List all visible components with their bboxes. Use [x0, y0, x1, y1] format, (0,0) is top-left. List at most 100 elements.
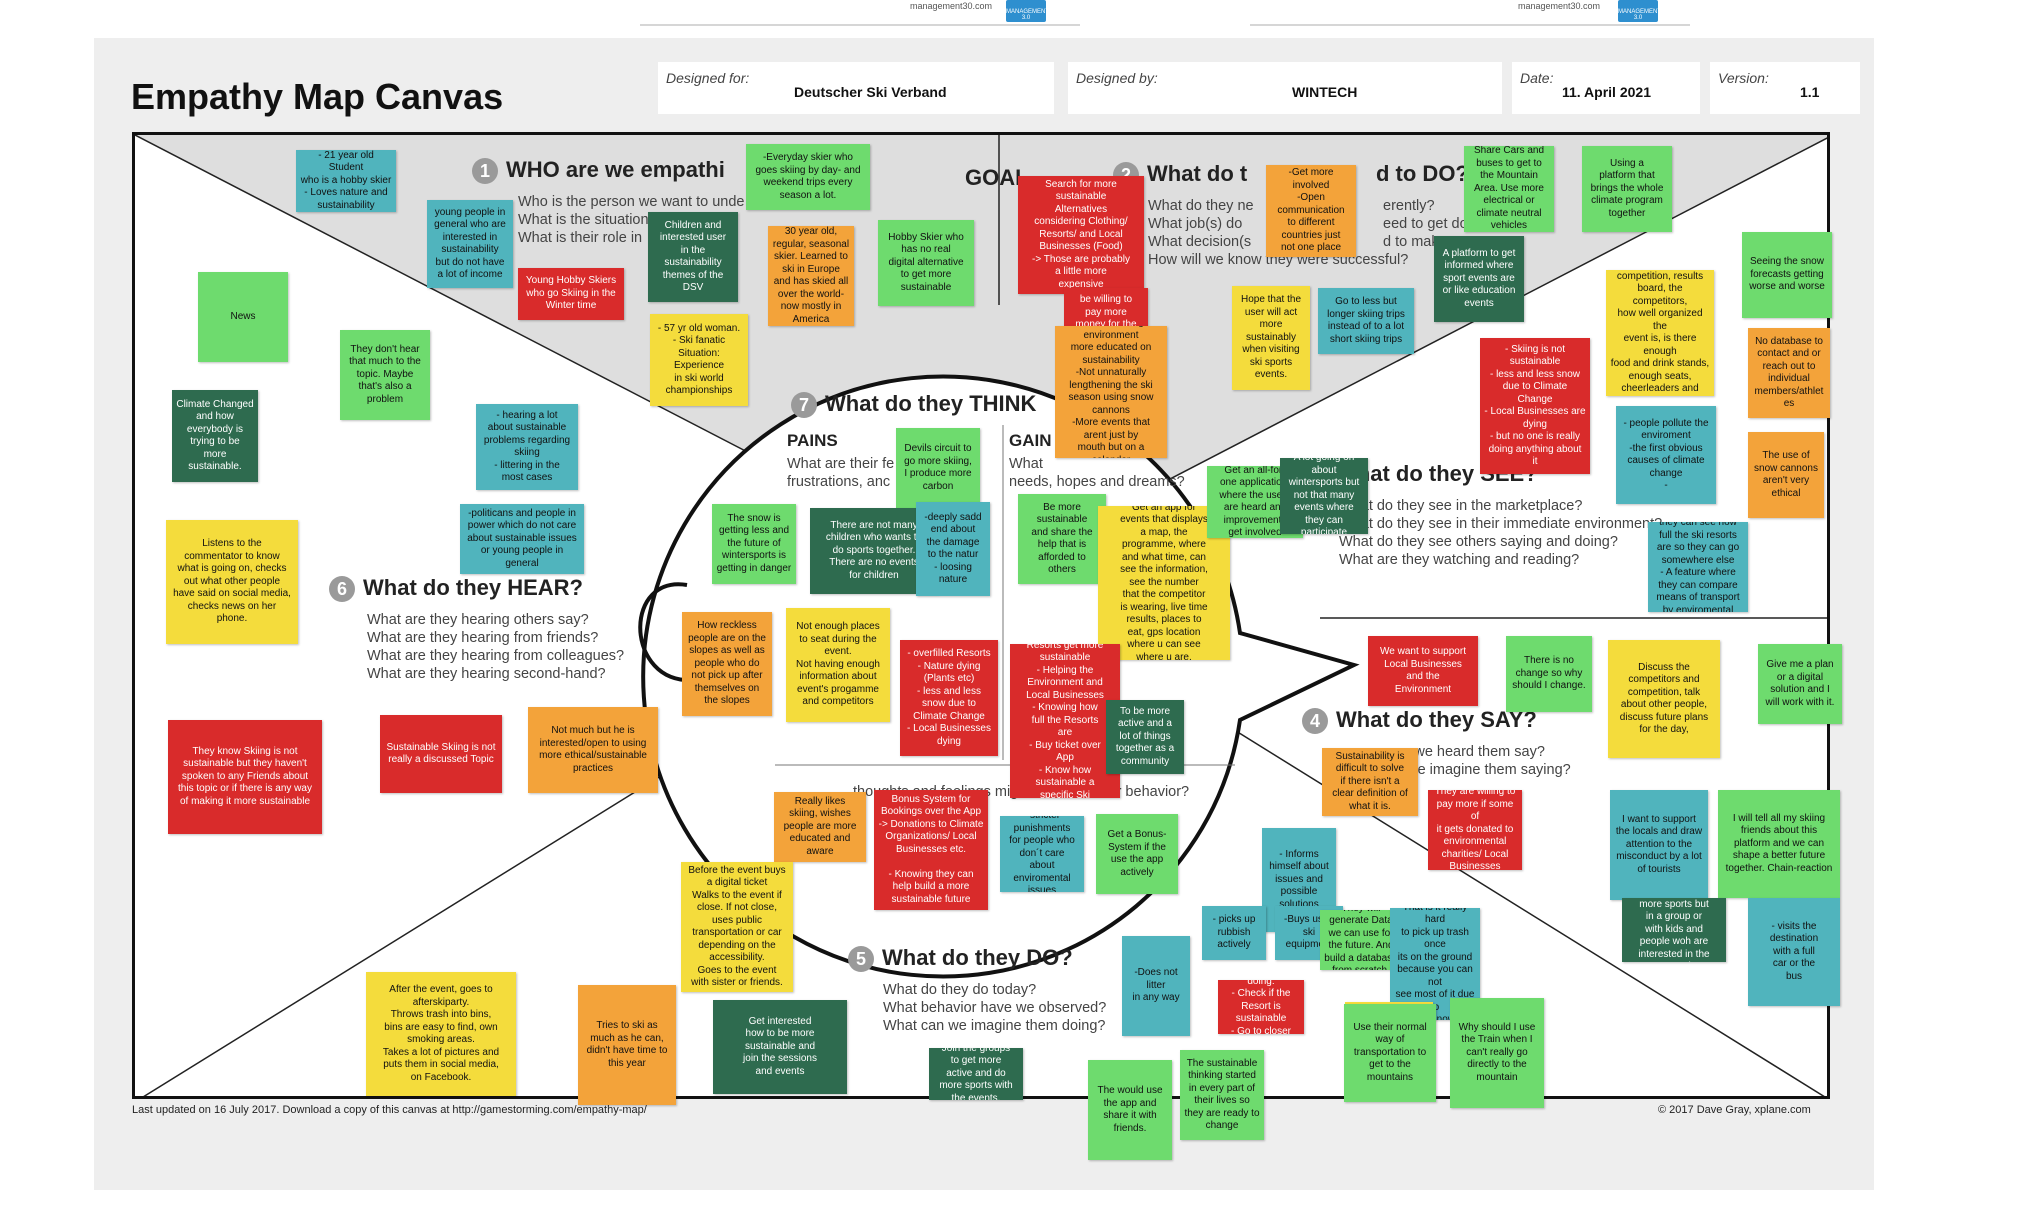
sticky-note[interactable]: No database to contact and or reach out … [1748, 328, 1830, 418]
sticky-note[interactable]: Young Hobby Skiers who go Skiing in the … [518, 268, 624, 320]
sticky-note[interactable]: -Everyday skier who goes skiing by day- … [746, 144, 870, 210]
brand-text-right: management30.com [1518, 1, 1601, 11]
sticky-note[interactable]: The snow is getting less and the future … [712, 504, 796, 584]
sticky-note[interactable]: Really likes skiing, wishes people are m… [774, 792, 866, 862]
say-number: 4 [1302, 708, 1328, 735]
sticky-note[interactable]: A platform to get informed where sport e… [1434, 236, 1524, 322]
screenshot-canvas: management30.com MANAGEMENT 3.0 manageme… [0, 0, 2028, 1230]
sticky-note[interactable]: News [198, 272, 288, 362]
sticky-note[interactable]: The would use the app and share it with … [1088, 1060, 1172, 1160]
date-value: 11. April 2021 [1562, 84, 1651, 100]
sticky-note[interactable]: Be more sustainable and share the help t… [1018, 494, 1106, 584]
sticky-note[interactable]: A lot going on about wintersports but no… [1280, 458, 1368, 534]
gains-heading: GAIN [1009, 431, 1052, 450]
sticky-note[interactable]: Why should I use the Train when I can't … [1450, 998, 1544, 1108]
sticky-note[interactable]: To be more active and a lot of things to… [1106, 700, 1184, 774]
sticky-note[interactable]: - 57 yr old woman. - Ski fanatic Situati… [650, 314, 748, 406]
sticky-note[interactable]: There is no change so why should I chang… [1506, 636, 1592, 712]
do-sub1: What do they ne [1148, 198, 1254, 214]
sticky-note[interactable]: Sustainable Skiing is not really a discu… [380, 715, 502, 793]
sticky-note[interactable]: Get a Bonus- System if the use the app a… [1096, 814, 1178, 894]
sticky-note[interactable]: Devils circuit to go more skiing, I prod… [896, 428, 980, 508]
sticky-note[interactable]: Tries to ski as much as he can, didn't h… [578, 985, 676, 1105]
doing-heading: 5 What do they DO? [848, 945, 1073, 973]
sticky-note[interactable]: -Does not litter in any way [1122, 936, 1190, 1036]
do-title: What do t [1147, 161, 1248, 186]
sticky-note[interactable]: Climate Changed and how everybody is try… [172, 390, 258, 482]
sticky-note[interactable]: Listens to the commentator to know what … [166, 520, 298, 644]
sticky-note[interactable]: - visits the destination with a full car… [1748, 898, 1840, 1006]
designed-for-label: Designed for: [666, 70, 750, 86]
sticky-note[interactable]: Watches the competition, results board, … [1606, 270, 1714, 396]
sticky-note[interactable]: 30 year old, regular, seasonal skier. Le… [768, 226, 854, 326]
sticky-note[interactable]: The use of snow cannons aren't very ethi… [1748, 432, 1824, 518]
sticky-note[interactable]: Search for more sustainable Alternatives… [1018, 176, 1144, 294]
designed-for-field[interactable]: Designed for: Deutscher Ski Verband [658, 62, 1054, 114]
sticky-note[interactable]: -politicans and people in power which do… [460, 504, 584, 574]
say-heading: 4 What do they SAY? [1302, 707, 1537, 735]
sticky-note[interactable]: Share Cars and buses to get to the Mount… [1464, 146, 1554, 232]
sticky-note[interactable]: - people pollute the enviroment -the fir… [1616, 406, 1716, 504]
hear-title: What do they HEAR? [363, 575, 583, 600]
sticky-note[interactable]: Seeing the snow forecasts getting worse … [1742, 232, 1832, 318]
sticky-note[interactable]: young people in general who are interest… [427, 200, 513, 288]
sticky-note[interactable]: Children and interested user in the sust… [648, 212, 738, 302]
sticky-note[interactable]: I will tell all my skiing friends about … [1718, 790, 1840, 898]
sticky-note[interactable]: Hope that the user will act more sustain… [1232, 286, 1310, 390]
sticky-note[interactable]: - overfilled Resorts - Nature dying (Pla… [900, 640, 998, 756]
sticky-note[interactable]: Go to less but longer skiing trips inste… [1318, 288, 1414, 354]
sticky-note[interactable]: They are willing to pay more if some of … [1428, 790, 1522, 870]
date-field[interactable]: Date: 11. April 2021 [1512, 62, 1700, 114]
date-label: Date: [1520, 70, 1554, 86]
sticky-note[interactable]: I want to support the locals and draw at… [1610, 790, 1708, 900]
hear-heading: 6 What do they HEAR? [329, 575, 583, 603]
sticky-note[interactable]: How reckless people are on the slopes as… [682, 612, 772, 716]
sticky-note[interactable]: Join the groups to get more active and d… [929, 1048, 1023, 1100]
do-heading-end: d to DO? [1376, 161, 1469, 186]
empathy-map-board: 1 WHO are we empathi Who is the person we… [132, 132, 1830, 1099]
hear-subtext: What are they hearing others say? What a… [367, 612, 625, 682]
management30-logo-right: MANAGEMENT 3.0 [1618, 0, 1661, 22]
sticky-note[interactable]: Discuss the competitors and competition,… [1608, 640, 1720, 758]
sticky-note[interactable]: Sustainability is difficult to solve if … [1322, 748, 1418, 816]
sticky-note[interactable]: Today: - Drive with own Car to a Random … [1218, 980, 1304, 1034]
sticky-note[interactable]: -A platform where they can see how full … [1648, 522, 1748, 612]
who-number: 1 [472, 158, 498, 185]
hear-number: 6 [329, 576, 355, 603]
sticky-note[interactable]: Give me a plan or a digital solution and… [1758, 644, 1842, 724]
pains-subtext: What are their fe frustrations, anc [787, 456, 895, 490]
sticky-note[interactable]: -deeply sadd end about the damage to the… [916, 502, 990, 596]
think-title: What do they THINK [825, 391, 1037, 416]
sticky-note[interactable]: Bonus System for Bookings over the App -… [874, 790, 988, 910]
sticky-note[interactable]: Hobby Skier who has no real digital alte… [878, 220, 974, 306]
sticky-note[interactable]: Get interested how to be more sustainabl… [713, 1000, 847, 1094]
sticky-note[interactable]: The sustainable thinking started in ever… [1180, 1050, 1264, 1140]
sticky-note[interactable]: We want to support Local Businesses and … [1368, 636, 1478, 706]
designed-by-field[interactable]: Designed by: WINTECH [1068, 62, 1502, 114]
brand-text-left: management30.com [910, 1, 993, 11]
sticky-note[interactable]: - 21 year old Student who is a hobby ski… [296, 150, 396, 212]
sticky-note[interactable]: Use their normal way of transportation t… [1344, 1004, 1436, 1102]
sticky-note[interactable]: - Helping Ski Resorts get more sustainab… [1010, 644, 1120, 798]
management30-logo-left: MANAGEMENT 3.0 [1006, 0, 1049, 22]
say-subtext: ve we heard them say? n we imagine them … [1395, 744, 1571, 778]
sticky-note[interactable]: -Get more involved -Open communication t… [1266, 165, 1356, 257]
designed-for-value: Deutscher Ski Verband [794, 84, 947, 100]
sticky-note[interactable]: Not enough places to seat during the eve… [786, 608, 890, 722]
doing-title: What do they DO? [882, 945, 1073, 970]
sticky-note[interactable]: - stricter punishments for people who do… [1000, 816, 1084, 892]
sticky-note[interactable]: They know Skiing is not sustainable but … [168, 720, 322, 834]
sticky-note[interactable]: - Skiing is not sustainable - less and l… [1480, 338, 1590, 474]
sticky-note[interactable]: Before the event buys a digital ticket W… [681, 862, 793, 992]
sticky-note[interactable]: - hearing a lot about sustainable proble… [476, 404, 578, 490]
who-title: WHO are we empathi [506, 157, 725, 182]
sticky-note[interactable]: After the event, goes to afterskiparty. … [366, 972, 516, 1096]
gains-subtext: What needs, hopes and dreams? [1009, 456, 1185, 490]
version-field[interactable]: Version: 1.1 [1710, 62, 1860, 114]
sticky-note[interactable]: I want to do more sports but in a group … [1622, 898, 1726, 962]
sticky-note[interactable]: Not much but he is interested/open to us… [528, 707, 658, 793]
sticky-note[interactable]: Using a platform that brings the whole c… [1582, 146, 1672, 232]
sticky-note[interactable]: They don't hear that much to the topic. … [340, 330, 430, 420]
sticky-note[interactable]: -Children bring environment more educate… [1055, 326, 1167, 458]
sticky-note[interactable]: - picks up rubbish actively [1202, 906, 1266, 960]
